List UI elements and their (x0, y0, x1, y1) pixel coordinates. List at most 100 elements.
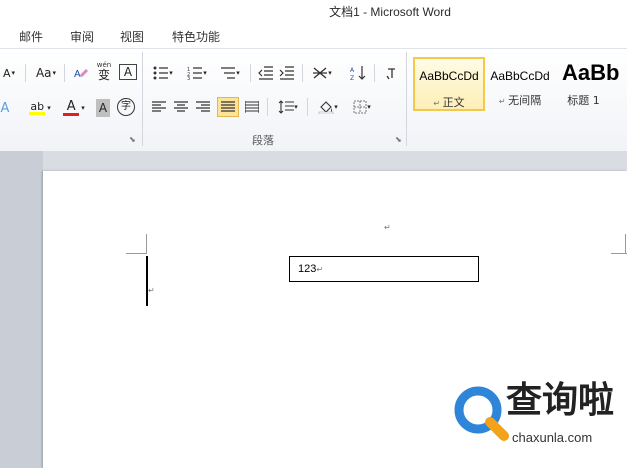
highlight-button[interactable]: ab ▾ (26, 99, 54, 117)
decrease-indent-icon (258, 66, 273, 80)
character-shading-icon: A (98, 101, 108, 115)
align-right-button[interactable] (194, 98, 212, 116)
distributed-icon (245, 101, 259, 113)
align-center-button[interactable] (172, 98, 190, 116)
change-case-button[interactable]: Aa ▾ (33, 64, 59, 82)
shrink-font-button[interactable]: A ▾ (2, 64, 16, 82)
separator (250, 64, 251, 82)
enclose-characters-icon: 字 (121, 101, 131, 112)
text-box[interactable]: 123↵ (289, 256, 479, 282)
chinese-layout-button[interactable]: ▾ (309, 64, 335, 82)
workspace-top-gap (0, 151, 627, 171)
enclose-characters-button[interactable]: 字 (117, 98, 135, 116)
increase-indent-button[interactable] (278, 64, 296, 82)
sort-icon: AZ (350, 66, 366, 81)
paragraph-group-label: 段落 (252, 134, 274, 147)
text-effects-icon: A (0, 100, 10, 116)
paragraph-mark-icon: ↵ (384, 223, 391, 232)
align-left-button[interactable] (150, 98, 168, 116)
svg-text:A: A (350, 67, 355, 74)
chinese-layout-icon (313, 67, 328, 79)
justify-button[interactable] (217, 97, 239, 117)
crop-mark (146, 234, 147, 254)
style-heading-1-sample: AaBb (562, 60, 620, 85)
separator (302, 64, 303, 82)
crop-mark (611, 253, 627, 254)
separator (267, 98, 268, 116)
numbering-button[interactable]: 1 2 3 ▾ (184, 64, 210, 82)
separator (64, 64, 65, 82)
style-no-spacing[interactable]: AaBbCcDd ↵ 无间隔 (487, 57, 553, 111)
show-hide-marks-icon (386, 68, 395, 80)
text-box-content: 123↵ (298, 263, 324, 275)
align-right-icon (196, 101, 210, 112)
bullets-button[interactable]: ▾ (150, 64, 176, 82)
tab-special-features[interactable]: 特色功能 (172, 28, 220, 45)
left-gutter (0, 151, 43, 468)
justify-icon (221, 101, 235, 112)
group-separator (406, 52, 407, 146)
style-heading-1[interactable]: AaBb 标题 1 (556, 57, 627, 111)
watermark-url: chaxunla.com (512, 430, 593, 445)
tab-review[interactable]: 审阅 (70, 28, 94, 45)
phonetic-char: 变 (97, 67, 110, 82)
style-no-spacing-sample: AaBbCcDd (490, 69, 550, 83)
separator (374, 64, 375, 82)
watermark-logo-text: 查询啦 (506, 380, 615, 421)
separator (307, 98, 308, 116)
sort-button[interactable]: AZ (349, 64, 367, 82)
borders-button[interactable]: ▾ (348, 98, 376, 116)
magnifier-logo-icon (454, 386, 509, 441)
bullets-icon (153, 66, 169, 80)
paragraph-mark-icon: ↵ (148, 286, 155, 295)
group-separator (142, 52, 143, 146)
line-spacing-icon (278, 100, 295, 114)
style-normal-name: ↵ 正文 (433, 96, 465, 109)
borders-icon (353, 100, 367, 114)
distributed-button[interactable] (243, 98, 261, 116)
text-cursor (146, 256, 148, 306)
line-spacing-button[interactable]: ▾ (275, 98, 301, 116)
svg-text:3: 3 (187, 76, 190, 80)
multilevel-list-button[interactable]: ▾ (217, 64, 243, 82)
paint-bucket-icon (318, 101, 334, 114)
numbering-icon: 123 (187, 67, 203, 80)
tab-mailings[interactable]: 邮件 (19, 28, 43, 45)
decrease-indent-button[interactable] (257, 64, 275, 82)
show-hide-marks-button[interactable] (383, 64, 399, 82)
highlight-icon: ab (30, 100, 45, 113)
phonetic-guide-button[interactable]: wén 变 (94, 61, 114, 82)
svg-text:Z: Z (350, 75, 354, 81)
crop-mark (625, 234, 626, 254)
window-title: 文档1 - Microsoft Word (329, 5, 451, 19)
text-effects-button[interactable]: A (0, 99, 10, 117)
increase-indent-icon (279, 66, 294, 80)
clear-formatting-icon: A (74, 68, 89, 80)
title-bar: 文档1 - Microsoft Word (0, 0, 627, 22)
style-normal-sample: AaBbCcDd (419, 69, 479, 83)
character-border-button[interactable]: A (119, 64, 137, 80)
document-page[interactable] (43, 171, 627, 468)
style-normal[interactable]: AaBbCcDd ↵ 正文 (413, 57, 485, 111)
clear-formatting-button[interactable]: A (72, 64, 90, 82)
ribbon-tab-bar: 邮件 审阅 视图 特色功能 (0, 22, 627, 48)
separator (25, 64, 26, 82)
style-no-spacing-name: ↵ 无间隔 (498, 94, 542, 107)
crop-mark (126, 253, 146, 254)
align-center-icon (174, 101, 188, 112)
shrink-font-icon: A (2, 66, 11, 80)
font-color-icon: A (66, 99, 76, 114)
tab-view[interactable]: 视图 (120, 28, 144, 45)
highlight-color-bar (29, 112, 46, 115)
font-dialog-launcher-icon[interactable]: ⬊ (129, 135, 136, 144)
character-shading-button[interactable]: A (96, 99, 110, 117)
font-color-button[interactable]: A ▾ (60, 99, 88, 117)
font-color-bar (63, 113, 80, 116)
shading-button[interactable]: ▾ (314, 98, 342, 116)
change-case-icon: Aa (35, 66, 52, 80)
svg-text:A: A (74, 69, 81, 80)
character-border-icon: A (123, 65, 133, 79)
align-left-icon (152, 101, 166, 112)
paragraph-dialog-launcher-icon[interactable]: ⬊ (395, 135, 402, 144)
multilevel-list-icon (221, 67, 236, 79)
